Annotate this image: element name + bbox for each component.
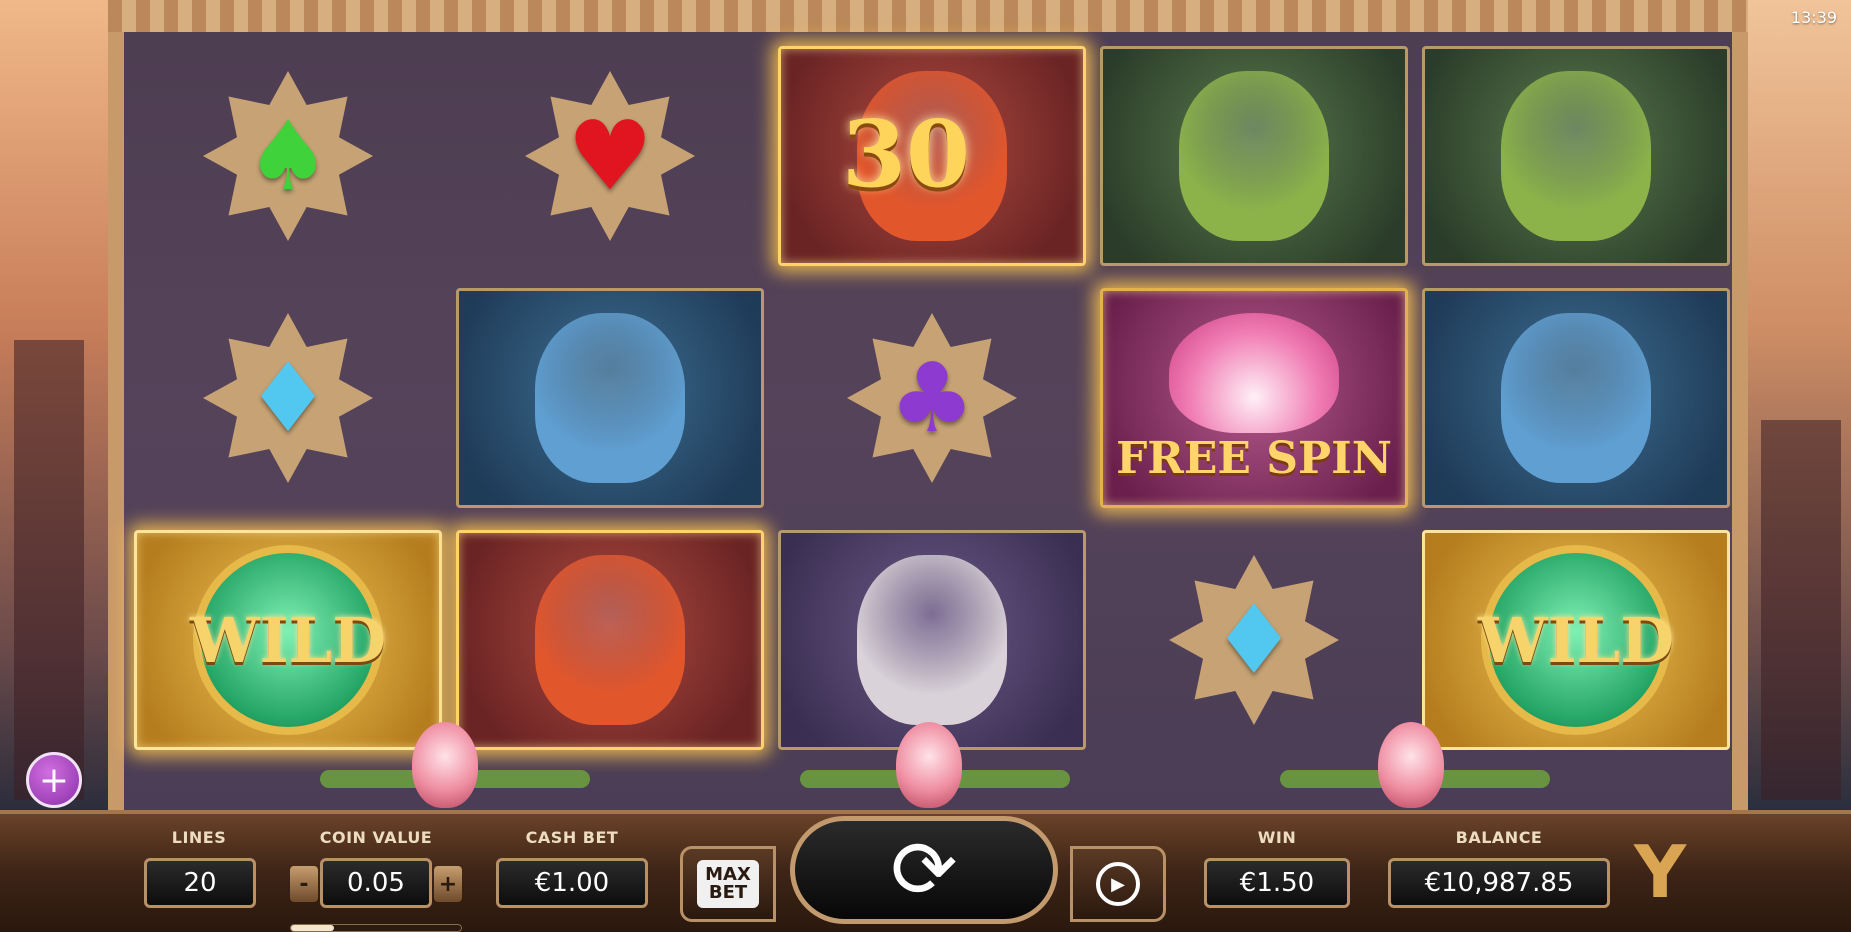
free-spin-label: FREE SPIN	[1116, 433, 1392, 484]
lotus-bud	[1378, 722, 1444, 808]
castle-tower	[14, 340, 84, 800]
heart-icon: ♥	[566, 100, 654, 212]
lines-value[interactable]: 20	[144, 858, 256, 908]
phoenix-icon	[535, 555, 685, 725]
max-bet-line2: BET	[708, 882, 748, 903]
reel-cell-phoenix: 30	[772, 40, 1092, 272]
autoplay-button[interactable]: ▶	[1070, 846, 1166, 922]
reel-grid: ♠ ♥ 30 ♦ ♣ FREE SPIN WILD ♦ WILD	[124, 32, 1732, 750]
reel-cell-griffin	[1416, 282, 1736, 514]
cash-bet-label: CASH BET	[525, 828, 619, 847]
cash-bet-value: €1.00	[496, 858, 648, 908]
spade-badge: ♠	[203, 71, 373, 241]
reel-cell-lotus: FREE SPIN	[1094, 282, 1414, 514]
reel-cell-club: ♣	[772, 282, 1092, 514]
wild-emerald-icon: WILD	[190, 545, 386, 735]
coin-value-display: 0.05	[320, 858, 432, 908]
wild-emerald-icon: WILD	[1478, 545, 1674, 735]
wild-label: WILD	[1478, 603, 1674, 677]
background-left-scenery	[0, 0, 120, 810]
reel-cell-wild: WILD	[128, 524, 448, 756]
lotus-bud	[412, 722, 478, 808]
spin-button[interactable]: ⟳	[790, 816, 1058, 924]
max-bet-button[interactable]: MAX BET	[680, 846, 776, 922]
cobra-icon	[1501, 71, 1651, 241]
coin-value-slider-fill	[291, 925, 334, 931]
win-amount-overlay: 30	[842, 100, 971, 208]
wild-label: WILD	[190, 603, 386, 677]
reel-cell-wild: WILD	[1416, 524, 1736, 756]
lotus-bud	[896, 722, 962, 808]
reel-cell-griffin	[450, 282, 770, 514]
club-icon: ♣	[888, 342, 976, 454]
clock: 13:39	[1790, 8, 1837, 27]
coin-decrease-button[interactable]: -	[290, 866, 318, 902]
lines-label: LINES	[171, 828, 227, 847]
jackalope-icon	[857, 555, 1007, 725]
reel-cell-cobra	[1416, 40, 1736, 272]
cobra-icon	[1179, 71, 1329, 241]
heart-badge: ♥	[525, 71, 695, 241]
diamond-icon: ♦	[1210, 584, 1298, 696]
spade-icon: ♠	[244, 100, 332, 212]
max-bet-label: MAX BET	[697, 860, 759, 908]
lotus-icon	[1169, 313, 1339, 433]
coin-value-slider[interactable]	[290, 924, 462, 932]
spin-icon: ⟳	[890, 823, 958, 916]
club-badge: ♣	[847, 313, 1017, 483]
balance-value: €10,987.85	[1388, 858, 1610, 908]
menu-plus-button[interactable]: +	[26, 752, 82, 808]
griffin-icon	[535, 313, 685, 483]
background-right-scenery	[1731, 0, 1851, 810]
reel-cell-spade: ♠	[128, 40, 448, 272]
diamond-badge: ♦	[1169, 555, 1339, 725]
autoplay-icon: ▶	[1096, 862, 1140, 906]
reel-cell-diamond: ♦	[1094, 524, 1414, 756]
coin-increase-button[interactable]: +	[434, 866, 462, 902]
castle-dome	[1761, 420, 1841, 800]
yggdrasil-logo: Y	[1634, 830, 1687, 914]
griffin-icon	[1501, 313, 1651, 483]
reel-cell-heart: ♥	[450, 40, 770, 272]
diamond-badge: ♦	[203, 313, 373, 483]
reel-cell-diamond: ♦	[128, 282, 448, 514]
balance-label: BALANCE	[1455, 828, 1543, 847]
win-value: €1.50	[1204, 858, 1350, 908]
coin-value-label: COIN VALUE	[319, 828, 433, 847]
diamond-icon: ♦	[244, 342, 332, 454]
reel-cell-cobra	[1094, 40, 1414, 272]
win-label: WIN	[1257, 828, 1297, 847]
control-panel: LINES 20 COIN VALUE - 0.05 + CASH BET €1…	[0, 810, 1851, 932]
reel-cell-phoenix	[450, 524, 770, 756]
frame-ornament	[108, 0, 1748, 32]
